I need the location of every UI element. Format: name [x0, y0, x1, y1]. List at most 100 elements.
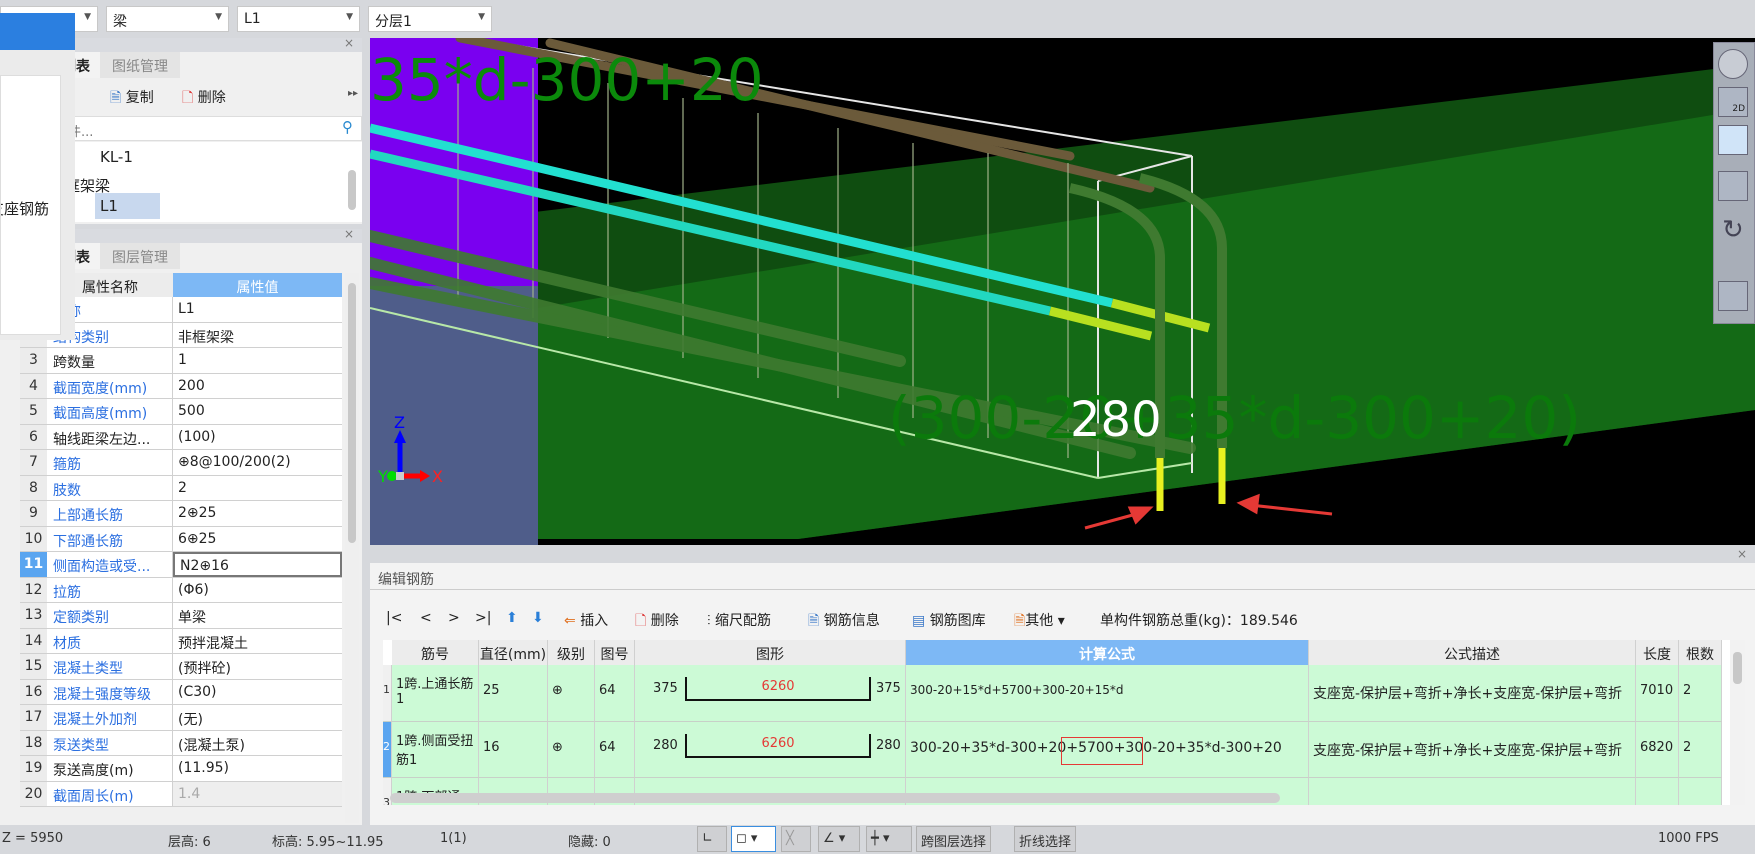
polyline-select-button[interactable]: 折线选择 — [1014, 826, 1077, 852]
table-cell[interactable]: 7010 — [1636, 665, 1679, 722]
scroll-thumb[interactable] — [1733, 652, 1742, 684]
rebar-library-button[interactable]: ▤ 钢筋图库 — [912, 610, 986, 630]
property-row[interactable]: 10 下部通长筋 6⊕25 — [20, 526, 342, 552]
tree-item-l1[interactable]: L1 — [95, 193, 160, 219]
property-value[interactable]: N2⊕16 — [173, 552, 342, 577]
3d-viewport[interactable]: 35*d-300+20 (300-20+35*d-300+20) 280 Z Y… — [370, 38, 1755, 545]
property-value[interactable]: (混凝土泵) — [173, 731, 342, 756]
layer-list-icon[interactable] — [1718, 281, 1748, 311]
property-value[interactable]: (100) — [173, 425, 342, 450]
solid-cube-icon[interactable] — [1718, 171, 1748, 201]
close-icon[interactable]: × — [1737, 547, 1747, 561]
selected-list-item[interactable] — [0, 13, 75, 50]
dropdown-layer[interactable]: 分层1 ▼ — [368, 6, 492, 32]
table-cell[interactable] — [1309, 778, 1636, 805]
table-cell[interactable]: 6820 — [1636, 722, 1679, 778]
other-button[interactable]: 🗎其他 ▾ — [1014, 610, 1065, 634]
column-header[interactable]: 计算公式 — [906, 640, 1309, 665]
property-value[interactable]: L1 — [173, 297, 342, 322]
table-cell[interactable]: ⊕ — [548, 665, 595, 722]
property-row[interactable]: 15 混凝土类型 (预拌砼) — [20, 654, 342, 680]
move-down-icon[interactable]: ⬇ — [532, 610, 544, 626]
property-row[interactable]: 7 箍筋 ⊕8@100/200(2) — [20, 450, 342, 476]
property-row[interactable]: 3 跨数量 1 — [20, 348, 342, 374]
cross-layer-select-button[interactable]: 跨图层选择 — [916, 826, 992, 852]
property-row[interactable]: 16 混凝土强度等级 (C30) — [20, 679, 342, 705]
table-cell[interactable]: 64 — [595, 722, 635, 778]
property-value[interactable]: 6⊕25 — [173, 527, 342, 552]
2d-view-icon[interactable]: 2D — [1718, 87, 1748, 117]
row-index[interactable]: 2 — [383, 722, 392, 778]
property-row[interactable]: 14 材质 预拌混凝土 — [20, 628, 342, 654]
property-row[interactable]: 6 轴线距梁左边... (100) — [20, 424, 342, 450]
property-scrollbar[interactable] — [345, 273, 359, 823]
property-value[interactable]: (无) — [173, 705, 342, 730]
column-header[interactable]: 级别 — [548, 640, 595, 665]
property-row[interactable]: 18 泵送类型 (混凝土泵) — [20, 730, 342, 756]
table-cell[interactable]: 1跨.上通长筋1 — [392, 665, 479, 722]
tab-layer-management[interactable]: 图层管理 — [100, 243, 180, 269]
table-cell[interactable]: 1跨.侧面受扭筋1 — [392, 722, 479, 778]
column-header[interactable]: 直径(mm) — [479, 640, 548, 665]
property-value[interactable]: 预拌混凝土 — [173, 629, 342, 654]
column-header[interactable]: 根数 — [1679, 640, 1722, 665]
nav-last[interactable]: >| — [475, 610, 491, 626]
tree-item-kl1[interactable]: KL-1 — [100, 148, 133, 166]
cross-button[interactable]: ╳ — [781, 826, 811, 852]
property-value[interactable]: (11.95) — [173, 756, 342, 781]
property-row[interactable]: 17 混凝土外加剂 (无) — [20, 705, 342, 731]
property-value[interactable]: 200 — [173, 374, 342, 399]
table-cell[interactable]: 支座宽-保护层+弯折+净长+支座宽-保护层+弯折 — [1309, 665, 1636, 722]
table-cell[interactable]: 2 — [1679, 665, 1722, 722]
property-value[interactable]: 500 — [173, 399, 342, 424]
wireframe-cube-icon[interactable] — [1718, 125, 1748, 155]
table-cell[interactable]: 300-20+15*d+5700+300-20+15*d — [906, 665, 1309, 722]
property-value[interactable]: 非框架梁 — [173, 323, 342, 348]
close-icon[interactable]: × — [344, 227, 354, 241]
property-row[interactable]: 20 截面周长(m) 1.4 — [20, 781, 342, 807]
table-vscroll[interactable] — [1730, 640, 1745, 805]
move-up-icon[interactable]: ⬆ — [506, 610, 518, 626]
property-row[interactable]: 19 泵送高度(m) (11.95) — [20, 756, 342, 782]
offset-button[interactable]: ┿ ▾ — [866, 826, 912, 852]
table-hscroll[interactable] — [390, 793, 1280, 803]
delete-rebar-button[interactable]: 🗋 删除 — [635, 610, 679, 634]
copy-button[interactable]: 🗎 复制 — [110, 87, 154, 111]
more-icon[interactable]: ▸▸ — [348, 88, 358, 99]
table-cell[interactable]: 25 — [479, 665, 548, 722]
column-header[interactable]: 图号 — [595, 640, 635, 665]
table-cell[interactable]: 16 — [479, 722, 548, 778]
scale-rebar-button[interactable]: ⫶ 缩尺配筋 — [707, 610, 771, 630]
dropdown-type[interactable]: 梁 ▼ — [106, 6, 229, 32]
search-icon[interactable]: ⚲ — [342, 118, 353, 136]
column-header[interactable]: 公式描述 — [1309, 640, 1636, 665]
table-cell[interactable] — [1636, 778, 1679, 805]
table-cell[interactable]: 280 6260 280 — [635, 722, 906, 778]
column-header[interactable]: 长度 — [1636, 640, 1679, 665]
property-row[interactable]: 9 上部通长筋 2⊕25 — [20, 501, 342, 527]
close-icon[interactable]: × — [344, 36, 354, 50]
property-row[interactable]: 8 肢数 2 — [20, 475, 342, 501]
table-cell[interactable]: 375 6260 375 — [635, 665, 906, 722]
tree-scrollbar[interactable] — [348, 170, 356, 210]
scroll-thumb[interactable] — [348, 283, 356, 543]
property-value[interactable]: 1.4 — [173, 781, 342, 806]
property-value[interactable]: (C30) — [173, 680, 342, 705]
property-value[interactable]: 1 — [173, 348, 342, 373]
property-row[interactable]: 4 截面宽度(mm) 200 — [20, 373, 342, 399]
column-header[interactable]: 图形 — [635, 640, 906, 665]
tab-drawing-management[interactable]: 图纸管理 — [100, 52, 180, 78]
dropdown-component[interactable]: L1 ▼ — [237, 6, 360, 32]
property-value[interactable]: 单梁 — [173, 603, 342, 628]
property-row[interactable]: 5 截面高度(mm) 500 — [20, 399, 342, 425]
nav-prev[interactable]: < — [420, 610, 432, 626]
select-box-button[interactable]: ◻ ▾ — [731, 826, 776, 852]
column-header[interactable]: 筋号 — [392, 640, 479, 665]
row-index[interactable]: 1 — [383, 665, 392, 722]
property-row[interactable]: 11 侧面构造或受... N2⊕16 — [20, 552, 342, 578]
nav-next[interactable]: > — [448, 610, 460, 626]
orbit-icon[interactable] — [1718, 49, 1748, 79]
rotate-icon[interactable]: ↻ — [1722, 215, 1744, 245]
table-cell[interactable] — [1679, 778, 1722, 805]
table-cell[interactable]: 64 — [595, 665, 635, 722]
